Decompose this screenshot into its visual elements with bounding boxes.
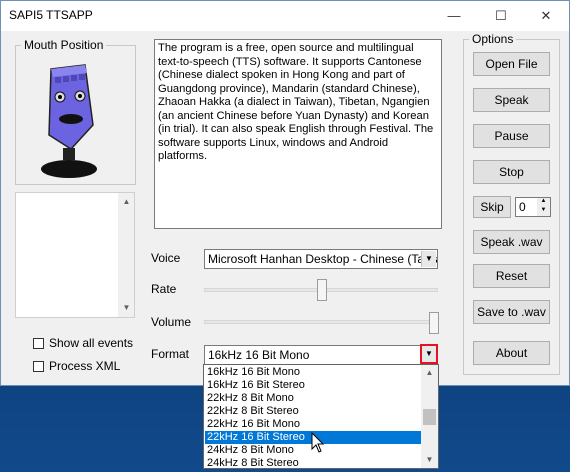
window-title: SAPI5 TTSAPP — [9, 8, 93, 22]
options-label: Options — [469, 32, 517, 46]
mouth-character-icon — [41, 64, 97, 178]
spin-down-icon[interactable]: ▼ — [537, 207, 550, 216]
close-button[interactable]: ✕ — [523, 1, 569, 31]
voice-label: Voice — [151, 251, 181, 265]
chevron-down-icon: ▼ — [425, 349, 433, 358]
show-all-events-checkbox[interactable] — [33, 338, 44, 349]
volume-label: Volume — [151, 315, 192, 329]
about-button[interactable]: About — [473, 341, 550, 365]
format-option[interactable]: 22kHz 16 Bit Mono — [205, 418, 421, 431]
format-option[interactable]: 22kHz 8 Bit Mono — [205, 392, 421, 405]
format-value: 16kHz 16 Bit Mono — [208, 348, 310, 362]
app-window: SAPI5 TTSAPP — ☐ ✕ Mouth Position ▲ ▼ Sh… — [0, 0, 570, 386]
process-xml-label: Process XML — [49, 359, 121, 373]
voice-select[interactable]: Microsoft Hanhan Desktop - Chinese (Taiw… — [204, 249, 438, 269]
rate-slider-thumb[interactable] — [317, 279, 327, 301]
scroll-down-icon[interactable]: ▼ — [421, 453, 438, 467]
mouse-cursor-icon — [311, 432, 325, 453]
format-option[interactable]: 24kHz 8 Bit Stereo — [205, 457, 421, 470]
format-label: Format — [151, 347, 190, 361]
format-option[interactable]: 16kHz 16 Bit Stereo — [205, 379, 421, 392]
mouth-position-label: Mouth Position — [21, 38, 107, 52]
format-option[interactable]: 16kHz 16 Bit Mono — [205, 366, 421, 379]
speak-button[interactable]: Speak — [473, 88, 550, 112]
volume-slider-thumb[interactable] — [429, 312, 439, 334]
pause-button[interactable]: Pause — [473, 124, 550, 148]
format-option[interactable]: 22kHz 8 Bit Stereo — [205, 405, 421, 418]
events-scrollbar[interactable]: ▲ ▼ — [118, 193, 134, 317]
skip-count-value: 0 — [519, 200, 526, 214]
open-file-button[interactable]: Open File — [473, 52, 550, 76]
maximize-button[interactable]: ☐ — [478, 1, 524, 31]
speech-text-area[interactable]: The program is a free, open source and m… — [154, 39, 442, 229]
events-listbox[interactable]: ▲ ▼ — [15, 192, 135, 318]
scrollbar-thumb[interactable] — [423, 409, 436, 425]
save-to-wav-button[interactable]: Save to .wav — [473, 300, 550, 324]
minimize-button[interactable]: — — [431, 1, 477, 31]
stop-button[interactable]: Stop — [473, 160, 550, 184]
skip-button[interactable]: Skip — [473, 196, 511, 218]
format-select[interactable]: 16kHz 16 Bit Mono — [204, 345, 422, 365]
process-xml-checkbox[interactable] — [33, 361, 44, 372]
rate-label: Rate — [151, 282, 177, 296]
chevron-down-icon[interactable]: ▼ — [421, 251, 436, 267]
title-bar[interactable]: SAPI5 TTSAPP — ☐ ✕ — [1, 1, 569, 31]
scroll-down-icon[interactable]: ▼ — [118, 301, 135, 315]
speak-wav-button[interactable]: Speak .wav — [473, 230, 550, 254]
volume-slider-track[interactable] — [204, 320, 438, 324]
skip-count-spinner[interactable]: 0 ▲ ▼ — [515, 197, 551, 217]
reset-button[interactable]: Reset — [473, 264, 550, 288]
dropdown-scrollbar[interactable]: ▲ ▼ — [421, 365, 438, 468]
scroll-up-icon[interactable]: ▲ — [421, 366, 438, 380]
voice-value: Microsoft Hanhan Desktop - Chinese (Taiw… — [208, 252, 438, 266]
show-all-events-label: Show all events — [49, 336, 134, 350]
scroll-up-icon[interactable]: ▲ — [118, 195, 135, 209]
spin-up-icon[interactable]: ▲ — [537, 198, 550, 207]
format-dropdown-button[interactable]: ▼ — [420, 344, 438, 364]
